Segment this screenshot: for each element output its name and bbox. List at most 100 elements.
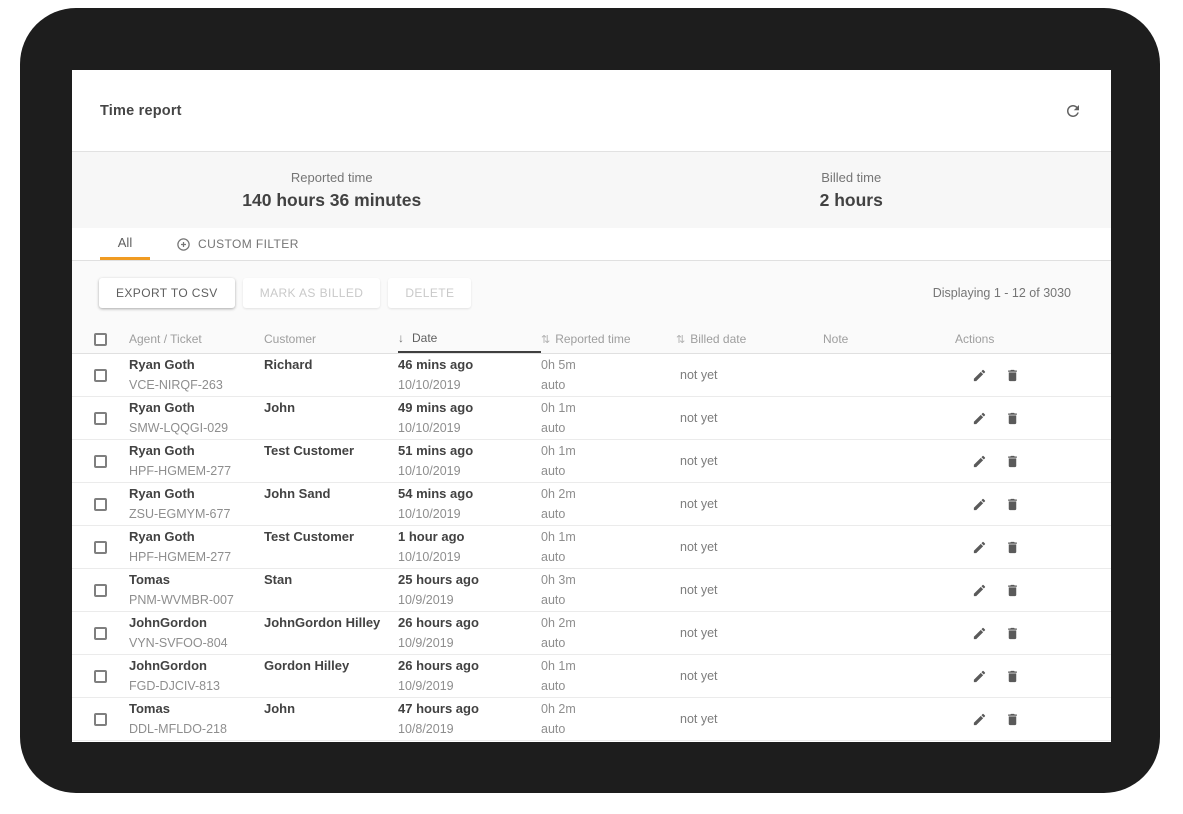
row-checkbox[interactable] — [94, 627, 107, 640]
column-date[interactable]: ↓ Date — [398, 325, 541, 353]
note-cell — [823, 527, 955, 567]
delete-icon[interactable] — [1004, 367, 1020, 383]
edit-icon[interactable] — [971, 539, 987, 555]
row-checkbox[interactable] — [94, 455, 107, 468]
edit-icon[interactable] — [971, 410, 987, 426]
tab-custom-filter[interactable]: CUSTOM FILTER — [170, 228, 305, 260]
billed-date-cell: not yet — [676, 656, 823, 696]
customer-cell: Test Customer — [264, 527, 398, 567]
sort-updown-icon: ⇅ — [676, 333, 685, 346]
edit-icon[interactable] — [971, 582, 987, 598]
row-checkbox-cell — [94, 699, 129, 739]
reported-duration: 0h 2m — [541, 484, 676, 504]
column-customer: Customer — [264, 332, 398, 346]
actions-cell — [955, 355, 1111, 395]
reported-time-cell: 0h 2m auto — [541, 613, 676, 653]
reported-mode: auto — [541, 547, 676, 567]
delete-icon[interactable] — [1004, 625, 1020, 641]
billed-date-cell: not yet — [676, 484, 823, 524]
edit-icon[interactable] — [971, 367, 987, 383]
delete-icon[interactable] — [1004, 668, 1020, 684]
actions-cell — [955, 398, 1111, 438]
row-checkbox-cell — [94, 570, 129, 610]
row-checkbox[interactable] — [94, 369, 107, 382]
date-cell: 1 hour ago 10/10/2019 — [398, 527, 541, 567]
column-note: Note — [823, 332, 955, 346]
ticket-code: SMW-LQQGI-029 — [129, 418, 264, 438]
ticket-code: PNM-WVMBR-007 — [129, 590, 264, 610]
actions-cell — [955, 613, 1111, 653]
sort-desc-icon: ↓ — [398, 331, 404, 345]
reported-duration: 0h 5m — [541, 355, 676, 375]
column-billed-date[interactable]: ⇅ Billed date — [676, 332, 823, 346]
reported-time-cell: 0h 2m auto — [541, 699, 676, 739]
date-relative: 26 hours ago — [398, 656, 541, 676]
refresh-icon[interactable] — [1061, 99, 1085, 123]
delete-icon[interactable] — [1004, 410, 1020, 426]
row-checkbox[interactable] — [94, 541, 107, 554]
summary-band: Reported time 140 hours 36 minutes Bille… — [72, 152, 1111, 228]
actions-cell — [955, 656, 1111, 696]
billed-date-cell: not yet — [676, 441, 823, 481]
date-cell: 26 hours ago 10/9/2019 — [398, 656, 541, 696]
delete-icon[interactable] — [1004, 496, 1020, 512]
row-checkbox[interactable] — [94, 498, 107, 511]
billed-status: not yet — [676, 580, 718, 600]
column-date-label: Date — [412, 331, 437, 345]
export-csv-button[interactable]: EXPORT TO CSV — [99, 278, 235, 308]
table-row: Ryan Goth VCE-NIRQF-263 Richard 46 mins … — [72, 354, 1111, 397]
reported-time-cell: 0h 1m auto — [541, 656, 676, 696]
row-checkbox[interactable] — [94, 713, 107, 726]
reported-mode: auto — [541, 461, 676, 481]
reported-time-cell: 0h 5m auto — [541, 355, 676, 395]
edit-icon[interactable] — [971, 711, 987, 727]
agent-ticket-cell: Ryan Goth ZSU-EGMYM-677 — [129, 484, 264, 524]
billed-status: not yet — [676, 408, 718, 428]
delete-icon[interactable] — [1004, 539, 1020, 555]
tab-all[interactable]: All — [100, 228, 150, 260]
edit-icon[interactable] — [971, 453, 987, 469]
table-row: Tomas DDL-MFLDO-218 John 47 hours ago 10… — [72, 698, 1111, 741]
reported-mode: auto — [541, 719, 676, 739]
delete-icon[interactable] — [1004, 711, 1020, 727]
edit-icon[interactable] — [971, 625, 987, 641]
billed-date-cell: not yet — [676, 699, 823, 739]
customer-name: Test Customer — [264, 527, 398, 547]
row-checkbox[interactable] — [94, 584, 107, 597]
date-relative: 25 hours ago — [398, 570, 541, 590]
edit-icon[interactable] — [971, 668, 987, 684]
date-cell: 26 hours ago 10/9/2019 — [398, 613, 541, 653]
agent-ticket-cell: Ryan Goth HPF-HGMEM-277 — [129, 441, 264, 481]
row-checkbox-cell — [94, 355, 129, 395]
reported-mode: auto — [541, 633, 676, 653]
column-reported-time[interactable]: ⇅ Reported time — [541, 332, 676, 346]
customer-cell: Richard — [264, 355, 398, 395]
billed-status: not yet — [676, 365, 718, 385]
select-all-checkbox[interactable] — [94, 333, 107, 346]
row-checkbox-cell — [94, 613, 129, 653]
agent-ticket-cell: Ryan Goth SMW-LQQGI-029 — [129, 398, 264, 438]
reported-duration: 0h 2m — [541, 699, 676, 719]
app-window: Time report Reported time 140 hours 36 m… — [72, 70, 1111, 742]
row-checkbox[interactable] — [94, 670, 107, 683]
delete-icon[interactable] — [1004, 582, 1020, 598]
delete-button[interactable]: DELETE — [388, 278, 471, 308]
ticket-code: FGD-DJCIV-813 — [129, 676, 264, 696]
column-agent-ticket: Agent / Ticket — [129, 332, 264, 346]
agent-name: Ryan Goth — [129, 441, 264, 461]
edit-icon[interactable] — [971, 496, 987, 512]
tab-custom-filter-label: CUSTOM FILTER — [198, 237, 299, 251]
reported-duration: 0h 2m — [541, 613, 676, 633]
delete-icon[interactable] — [1004, 453, 1020, 469]
reported-duration: 0h 1m — [541, 656, 676, 676]
customer-cell: JohnGordon Hilley — [264, 613, 398, 653]
mark-as-billed-button[interactable]: MARK AS BILLED — [243, 278, 381, 308]
agent-name: JohnGordon — [129, 613, 264, 633]
table-header: Agent / Ticket Customer ↓ Date ⇅ Reporte… — [72, 325, 1111, 354]
reported-time-cell: 0h 2m auto — [541, 484, 676, 524]
agent-ticket-cell: Ryan Goth HPF-HGMEM-277 — [129, 527, 264, 567]
reported-mode: auto — [541, 590, 676, 610]
date-absolute: 10/9/2019 — [398, 590, 541, 610]
billed-date-cell: not yet — [676, 570, 823, 610]
row-checkbox[interactable] — [94, 412, 107, 425]
